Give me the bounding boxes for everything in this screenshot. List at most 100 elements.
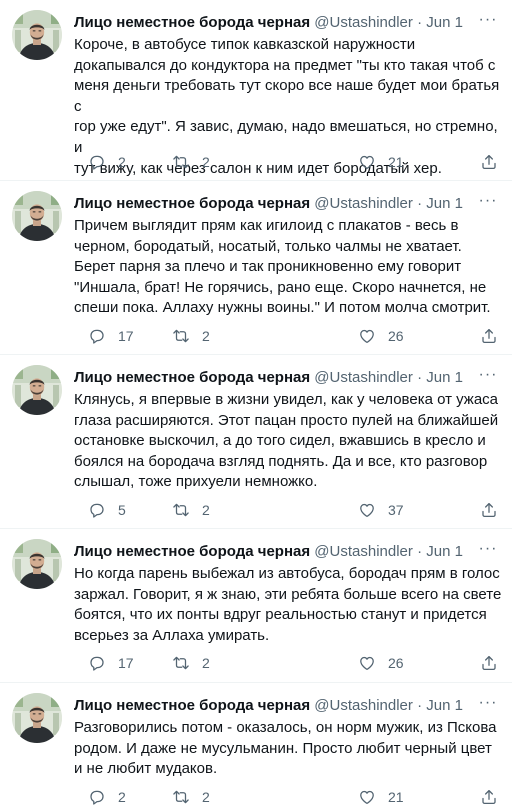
user-handle[interactable]: @Ustashindler (314, 543, 413, 560)
user-handle[interactable]: @Ustashindler (314, 195, 413, 212)
tweet-text-line: Короче, в автобусе типок кавказской нару… (74, 36, 416, 53)
tweet[interactable]: Лицо неместное борода черная @Ustashindl… (0, 683, 512, 809)
like-icon (358, 654, 376, 672)
tweet-text-line: и не любит мудаков. (74, 760, 218, 778)
retweet-icon (172, 788, 190, 806)
tweet-actions: 17 2 26 (74, 325, 504, 347)
display-name[interactable]: Лицо неместное борода черная (74, 369, 310, 386)
like-button[interactable]: 21 (358, 786, 404, 808)
reply-button[interactable]: 2 (88, 151, 126, 173)
retweet-button[interactable]: 2 (172, 786, 210, 808)
reply-count: 17 (118, 655, 134, 671)
user-handle[interactable]: @Ustashindler (314, 14, 413, 31)
tweet-text: Причем выглядит прям как игилоид с плака… (74, 216, 504, 319)
tweet-header: Лицо неместное борода черная @Ustashindl… (74, 542, 482, 562)
user-handle[interactable]: @Ustashindler (314, 369, 413, 386)
tweet[interactable]: Лицо неместное борода черная @Ustashindl… (0, 529, 512, 683)
reply-icon (88, 153, 106, 171)
user-handle[interactable]: @Ustashindler (314, 697, 413, 714)
tweet-text-line: боялся на бородача взгляд поднять. Да и … (74, 452, 488, 470)
tweet-date[interactable]: Jun 1 (426, 369, 463, 386)
tweet-text-line: Клянусь, я впервые в жизни увидел, как у… (74, 391, 499, 408)
share-button[interactable] (480, 786, 498, 808)
share-button[interactable] (480, 652, 498, 674)
like-count: 21 (388, 789, 404, 805)
tweet-text-line: глаза расширяются. Этот пацан просто пул… (74, 411, 499, 429)
reply-button[interactable]: 17 (88, 652, 134, 674)
retweet-button[interactable]: 2 (172, 652, 210, 674)
separator-dot: · (417, 543, 423, 560)
reply-icon (88, 327, 106, 345)
avatar[interactable] (12, 191, 62, 241)
tweet-text: Разговорились потом - оказалось, он норм… (74, 718, 504, 780)
tweet-text-line: "Иншала, брат! Не горячись, рано еще. Ск… (74, 278, 487, 296)
like-button[interactable]: 21 (358, 151, 404, 173)
more-icon[interactable]: ··· (478, 12, 498, 33)
tweet-text-line: Причем выглядит прям как игилоид с плака… (74, 217, 459, 234)
retweet-icon (172, 654, 190, 672)
tweet-date[interactable]: Jun 1 (426, 697, 463, 714)
like-icon (358, 788, 376, 806)
like-count: 37 (388, 502, 404, 518)
tweet-date[interactable]: Jun 1 (426, 195, 463, 212)
share-icon (480, 153, 498, 171)
tweet-text-line: черном, бородатый, носатый, только чалмы… (74, 237, 462, 255)
like-button[interactable]: 26 (358, 325, 404, 347)
like-count: 26 (388, 655, 404, 671)
tweet-date[interactable]: Jun 1 (426, 543, 463, 560)
tweet-header: Лицо неместное борода черная @Ustashindl… (74, 368, 482, 388)
tweet-header: Лицо неместное борода черная @Ustashindl… (74, 696, 482, 716)
display-name[interactable]: Лицо неместное борода черная (74, 14, 310, 31)
retweet-icon (172, 501, 190, 519)
tweet-header: Лицо неместное борода черная @Ustashindl… (74, 194, 482, 214)
avatar[interactable] (12, 365, 62, 415)
tweet-text: Но когда парень выбежал из автобуса, бор… (74, 564, 504, 646)
display-name[interactable]: Лицо неместное борода черная (74, 543, 310, 560)
tweet-text-line: всерьез за Аллаха умирать. (74, 626, 270, 644)
avatar[interactable] (12, 10, 62, 60)
tweet[interactable]: Лицо неместное борода черная @Ustashindl… (0, 355, 512, 529)
reply-button[interactable]: 2 (88, 786, 126, 808)
retweet-button[interactable]: 2 (172, 325, 210, 347)
separator-dot: · (417, 195, 423, 212)
like-button[interactable]: 37 (358, 499, 404, 521)
like-count: 26 (388, 328, 404, 344)
retweet-icon (172, 327, 190, 345)
tweet-text-line: остановке выскочил, а до того сидел, вжа… (74, 432, 486, 450)
separator-dot: · (417, 369, 423, 386)
reply-button[interactable]: 5 (88, 499, 126, 521)
share-icon (480, 327, 498, 345)
like-icon (358, 327, 376, 345)
tweet[interactable]: Лицо неместное борода черная @Ustashindl… (0, 181, 512, 355)
display-name[interactable]: Лицо неместное борода черная (74, 697, 310, 714)
more-icon[interactable]: ··· (478, 695, 498, 716)
share-button[interactable] (480, 325, 498, 347)
tweet-text-line: боятся, что их понты вдруг реальностью с… (74, 606, 487, 624)
avatar[interactable] (12, 693, 62, 743)
like-icon (358, 153, 376, 171)
retweet-button[interactable]: 2 (172, 499, 210, 521)
retweet-count: 2 (202, 655, 210, 671)
tweet-actions: 17 2 26 (74, 652, 504, 674)
tweet-text-line: Но когда парень выбежал из автобуса, бор… (74, 565, 500, 582)
tweet-text-line: заржал. Говорит, я ж знаю, эти ребята бо… (74, 585, 502, 603)
more-icon[interactable]: ··· (478, 367, 498, 388)
retweet-button[interactable]: 2 (172, 151, 210, 173)
reply-button[interactable]: 17 (88, 325, 134, 347)
retweet-count: 2 (202, 789, 210, 805)
share-button[interactable] (480, 151, 498, 173)
tweet-text-line: родом. И даже не мусульманин. Просто люб… (74, 739, 492, 757)
tweet-actions: 2 2 21 (74, 786, 504, 808)
tweet-date[interactable]: Jun 1 (426, 14, 463, 31)
separator-dot: · (417, 14, 423, 31)
display-name[interactable]: Лицо неместное борода черная (74, 195, 310, 212)
share-button[interactable] (480, 499, 498, 521)
retweet-icon (172, 153, 190, 171)
more-icon[interactable]: ··· (478, 541, 498, 562)
tweet-actions: 2 2 21 (74, 151, 504, 173)
tweet[interactable]: Лицо неместное борода черная @Ustashindl… (0, 0, 512, 181)
reply-count: 2 (118, 154, 126, 170)
avatar[interactable] (12, 539, 62, 589)
like-button[interactable]: 26 (358, 652, 404, 674)
more-icon[interactable]: ··· (478, 193, 498, 214)
